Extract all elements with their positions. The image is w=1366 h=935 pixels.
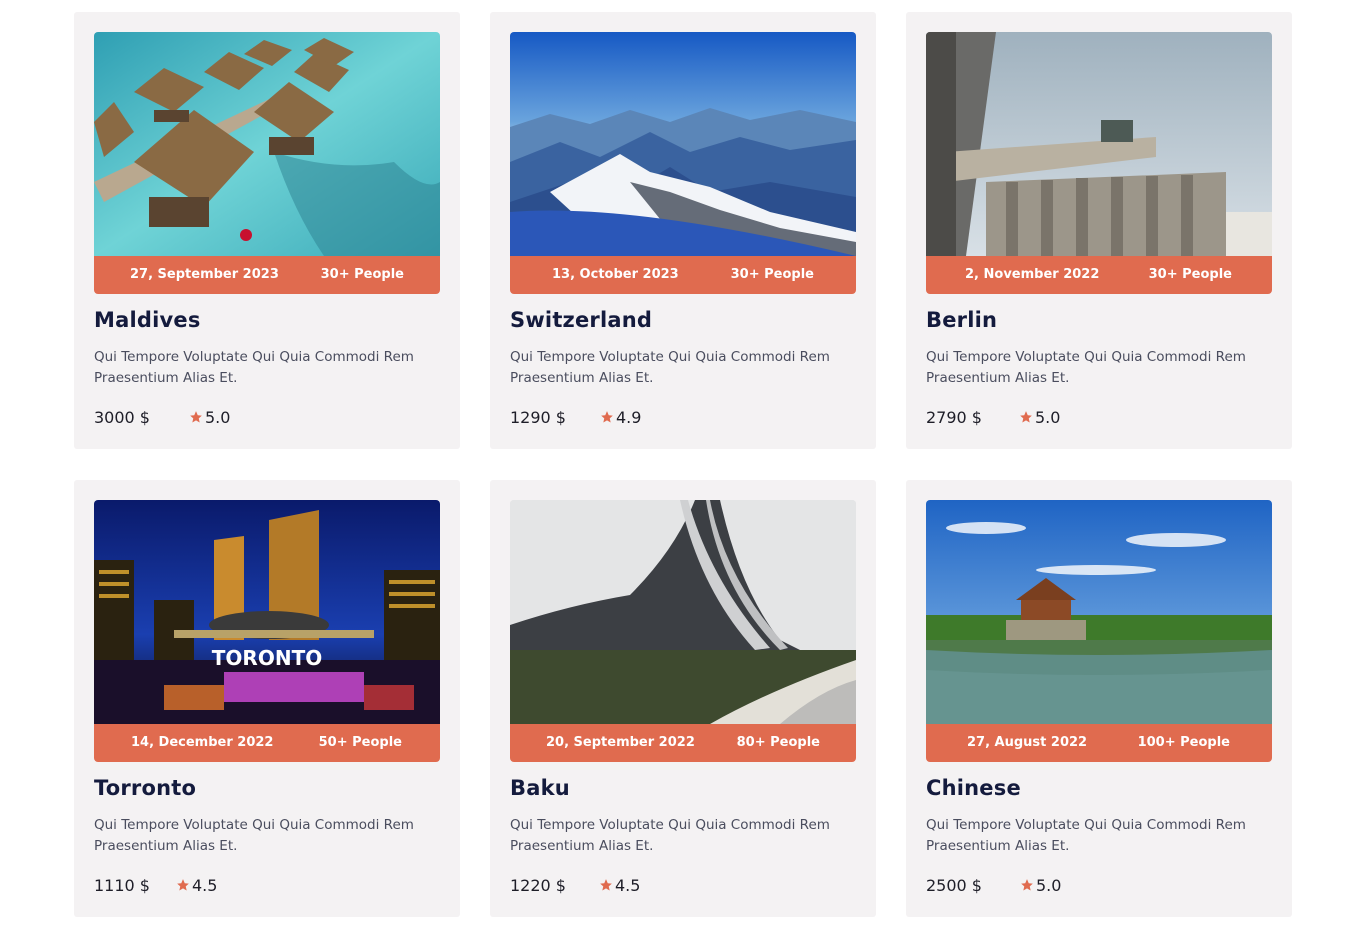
destination-title[interactable]: Berlin	[926, 308, 997, 332]
star-icon	[601, 411, 613, 423]
switzerland-image[interactable]	[510, 32, 856, 256]
trip-people: 80+ People	[736, 735, 820, 750]
trip-date: 14, December 2022	[131, 735, 274, 750]
rating-value: 5.0	[1035, 408, 1061, 427]
destination-description: Qui Tempore Voluptate Qui Quia Commodi R…	[926, 817, 1246, 854]
destination-card-berlin[interactable]: 2, November 2022 30+ People Berlin Qui T…	[906, 12, 1292, 449]
destination-title[interactable]: Switzerland	[510, 308, 652, 332]
star-icon	[177, 879, 189, 891]
trip-date: 27, August 2022	[967, 735, 1088, 750]
trip-date: 20, September 2022	[546, 735, 695, 750]
destination-title[interactable]: Baku	[510, 776, 570, 800]
destination-rating: 4.9	[600, 408, 641, 427]
trip-meta-bar: 27, August 2022 100+ People	[926, 724, 1272, 762]
destination-rating: 5.0	[189, 408, 230, 427]
rating-value: 4.5	[192, 876, 218, 895]
maldives-image[interactable]	[94, 32, 440, 256]
destination-rating: 5.0	[1019, 408, 1060, 427]
rating-value: 5.0	[205, 408, 231, 427]
toronto-image[interactable]: TORONTO	[94, 500, 440, 724]
destination-description: Qui Tempore Voluptate Qui Quia Commodi R…	[510, 817, 830, 854]
trip-people: 100+ People	[1137, 735, 1230, 750]
destination-title[interactable]: Chinese	[926, 776, 1021, 800]
rating-value: 5.0	[1036, 876, 1062, 895]
rating-value: 4.9	[616, 408, 642, 427]
star-icon	[1020, 411, 1032, 423]
destination-description: Qui Tempore Voluptate Qui Quia Commodi R…	[94, 817, 414, 854]
trip-date: 2, November 2022	[965, 267, 1100, 282]
destination-card-baku[interactable]: 20, September 2022 80+ People Baku Qui T…	[490, 480, 876, 917]
trip-people: 30+ People	[730, 267, 814, 282]
destination-rating: 5.0	[1020, 876, 1061, 895]
destination-price: 3000 $	[94, 408, 150, 427]
trip-meta-bar: 20, September 2022 80+ People	[510, 724, 856, 762]
trip-people: 30+ People	[1148, 267, 1232, 282]
destination-price: 2790 $	[926, 408, 982, 427]
baku-image[interactable]	[510, 500, 856, 724]
star-icon	[1021, 879, 1033, 891]
destination-price: 1290 $	[510, 408, 566, 427]
berlin-image[interactable]	[926, 32, 1272, 256]
trip-meta-bar: 2, November 2022 30+ People	[926, 256, 1272, 294]
trip-date: 13, October 2023	[552, 267, 679, 282]
destination-price: 2500 $	[926, 876, 982, 895]
destination-card-maldives[interactable]: 27, September 2023 30+ People Maldives Q…	[74, 12, 460, 449]
rating-value: 4.5	[615, 876, 641, 895]
trip-date: 27, September 2023	[130, 267, 279, 282]
star-icon	[600, 879, 612, 891]
star-icon	[190, 411, 202, 423]
destination-description: Qui Tempore Voluptate Qui Quia Commodi R…	[926, 349, 1246, 386]
trip-meta-bar: 27, September 2023 30+ People	[94, 256, 440, 294]
destination-price: 1220 $	[510, 876, 566, 895]
trip-people: 50+ People	[318, 735, 402, 750]
chinese-image[interactable]	[926, 500, 1272, 724]
destination-rating: 4.5	[176, 876, 217, 895]
destination-rating: 4.5	[599, 876, 640, 895]
destination-card-torronto[interactable]: TORONTO 14, December 2022 50+ People Tor…	[74, 480, 460, 917]
destinations-grid: 27, September 2023 30+ People Maldives Q…	[0, 0, 1366, 935]
trip-people: 30+ People	[320, 267, 404, 282]
destination-title[interactable]: Torronto	[94, 776, 196, 800]
destination-price: 1110 $	[94, 876, 150, 895]
destination-card-switzerland[interactable]: 13, October 2023 30+ People Switzerland …	[490, 12, 876, 449]
destination-card-chinese[interactable]: 27, August 2022 100+ People Chinese Qui …	[906, 480, 1292, 917]
destination-title[interactable]: Maldives	[94, 308, 201, 332]
toronto-sign-text: TORONTO	[212, 646, 322, 670]
trip-meta-bar: 14, December 2022 50+ People	[94, 724, 440, 762]
destination-description: Qui Tempore Voluptate Qui Quia Commodi R…	[94, 349, 414, 386]
destination-description: Qui Tempore Voluptate Qui Quia Commodi R…	[510, 349, 830, 386]
trip-meta-bar: 13, October 2023 30+ People	[510, 256, 856, 294]
